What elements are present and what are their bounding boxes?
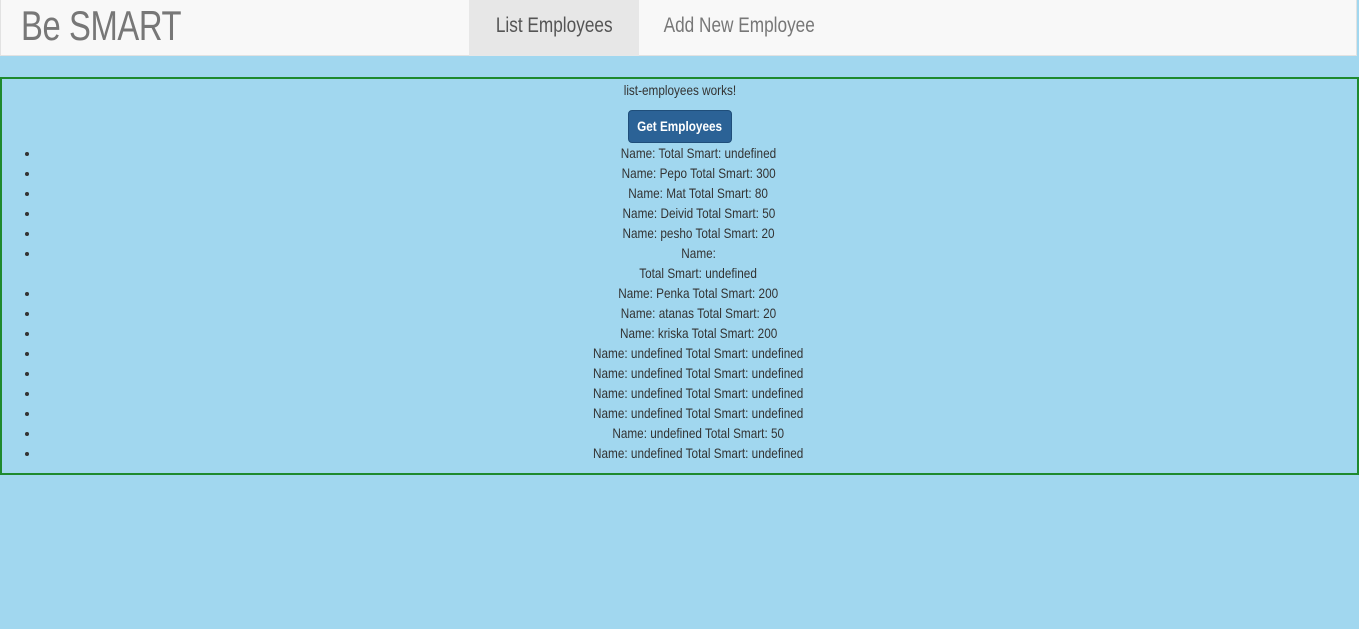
top-navbar: Be SMART List Employees Add New Employee — [0, 0, 1357, 56]
tab-add-new-employee-label: Add New Employee — [663, 14, 815, 37]
employee-list-item: Name: atanas Total Smart: 20 — [40, 303, 1357, 323]
status-text: list-employees works! — [623, 82, 736, 98]
button-row: Get Employees — [2, 101, 1357, 143]
employee-text: Name: pesho Total Smart: 20 — [622, 225, 775, 241]
get-employees-label: Get Employees — [637, 118, 722, 134]
employee-list-item: Name: undefined Total Smart: undefined — [40, 363, 1357, 383]
employee-text: Name: undefined Total Smart: undefined — [593, 405, 804, 421]
employee-list-item: Name: Mat Total Smart: 80 — [40, 183, 1357, 203]
employee-text: Name: Mat Total Smart: 80 — [628, 185, 769, 201]
employee-list-item: Name: pesho Total Smart: 20 — [40, 223, 1357, 243]
employee-list: Name: Total Smart: undefined Name: Pepo T… — [2, 143, 1357, 463]
employee-text: Name: — [681, 245, 716, 261]
employee-list-item: Name: undefined Total Smart: undefined — [40, 443, 1357, 463]
employee-list-item: Name: undefined Total Smart: 50 — [40, 423, 1357, 443]
employee-list-item: Name: undefined Total Smart: undefined — [40, 343, 1357, 363]
tab-add-new-employee[interactable]: Add New Employee — [639, 0, 839, 56]
employee-list-item: Name: undefined Total Smart: undefined — [40, 383, 1357, 403]
employee-text: Name: kriska Total Smart: 200 — [619, 325, 778, 341]
tab-list-employees[interactable]: List Employees — [469, 0, 639, 56]
employee-text: Name: undefined Total Smart: undefined — [593, 365, 804, 381]
tab-list-employees-label: List Employees — [495, 14, 613, 37]
brand-logo[interactable]: Be SMART — [21, 0, 182, 52]
get-employees-button[interactable]: Get Employees — [627, 110, 732, 143]
status-text-row: list-employees works! — [2, 81, 1357, 101]
employee-list-item: Name: Penka Total Smart: 200 — [40, 283, 1357, 303]
employee-text: Name: undefined Total Smart: 50 — [612, 425, 785, 441]
employee-list-item: Name: undefined Total Smart: undefined — [40, 403, 1357, 423]
employee-text: Name: undefined Total Smart: undefined — [593, 445, 804, 461]
employee-text: Name: Deivid Total Smart: 50 — [622, 205, 775, 221]
employee-list-item: Name: Total Smart: undefined — [40, 243, 1357, 283]
employee-text: Name: Penka Total Smart: 200 — [618, 285, 779, 301]
employee-list-item: Name: Total Smart: undefined — [40, 143, 1357, 163]
nav-tabs: List Employees Add New Employee — [469, 0, 839, 56]
list-employees-panel: list-employees works! Get Employees Name… — [0, 77, 1359, 475]
employee-text: Name: Pepo Total Smart: 300 — [621, 165, 776, 181]
employee-text: Name: Total Smart: undefined — [620, 145, 777, 161]
employee-text: Name: atanas Total Smart: 20 — [620, 305, 777, 321]
employee-list-item: Name: kriska Total Smart: 200 — [40, 323, 1357, 343]
employee-list-item: Name: Deivid Total Smart: 50 — [40, 203, 1357, 223]
employee-text: Name: undefined Total Smart: undefined — [593, 385, 804, 401]
employee-text: Name: undefined Total Smart: undefined — [593, 345, 804, 361]
employee-list-item: Name: Pepo Total Smart: 300 — [40, 163, 1357, 183]
employee-text: Total Smart: undefined — [639, 265, 758, 281]
